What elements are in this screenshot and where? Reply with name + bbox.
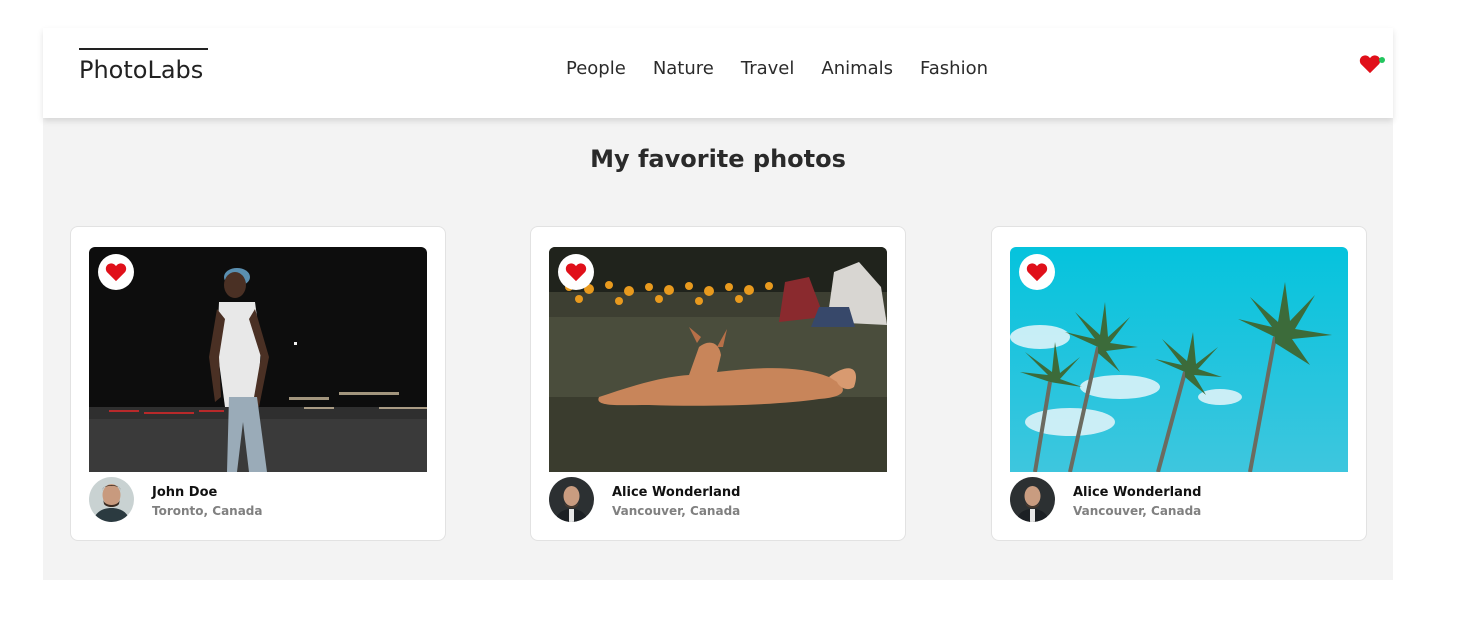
topic-travel[interactable]: Travel bbox=[741, 58, 795, 79]
photo-image[interactable] bbox=[1010, 247, 1348, 472]
avatar bbox=[1010, 477, 1055, 522]
user-name: Alice Wonderland bbox=[612, 485, 741, 500]
photo-image[interactable] bbox=[89, 247, 427, 472]
photo-image[interactable] bbox=[549, 247, 887, 472]
avatar bbox=[89, 477, 134, 522]
user-location: Vancouver, Canada bbox=[612, 504, 741, 518]
topic-people[interactable]: People bbox=[566, 58, 626, 79]
photo-card[interactable]: John Doe Toronto, Canada bbox=[70, 226, 446, 541]
heart-icon bbox=[1026, 263, 1048, 282]
photo-card[interactable]: Alice Wonderland Vancouver, Canada bbox=[530, 226, 906, 541]
app-container: PhotoLabs People Nature Travel Animals F… bbox=[43, 28, 1393, 580]
favorites-notification-dot bbox=[1379, 57, 1385, 63]
avatar bbox=[549, 477, 594, 522]
page-title: My favorite photos bbox=[590, 145, 846, 173]
top-navigation-bar: PhotoLabs People Nature Travel Animals F… bbox=[43, 28, 1393, 118]
heart-icon bbox=[565, 263, 587, 282]
topic-nature[interactable]: Nature bbox=[653, 58, 714, 79]
user-location: Vancouver, Canada bbox=[1073, 504, 1202, 518]
logo-underline bbox=[79, 48, 208, 50]
heart-icon bbox=[105, 263, 127, 282]
like-button[interactable] bbox=[98, 254, 134, 290]
like-button[interactable] bbox=[1019, 254, 1055, 290]
topic-fashion[interactable]: Fashion bbox=[920, 58, 988, 79]
user-name: John Doe bbox=[152, 485, 218, 500]
photo-card[interactable]: Alice Wonderland Vancouver, Canada bbox=[991, 226, 1367, 541]
user-name: Alice Wonderland bbox=[1073, 485, 1202, 500]
user-location: Toronto, Canada bbox=[152, 504, 263, 518]
favorites-heart-icon[interactable] bbox=[1359, 54, 1385, 78]
logo[interactable]: PhotoLabs bbox=[79, 56, 203, 84]
like-button[interactable] bbox=[558, 254, 594, 290]
topic-list: People Nature Travel Animals Fashion bbox=[566, 58, 988, 79]
topic-animals[interactable]: Animals bbox=[821, 58, 893, 79]
